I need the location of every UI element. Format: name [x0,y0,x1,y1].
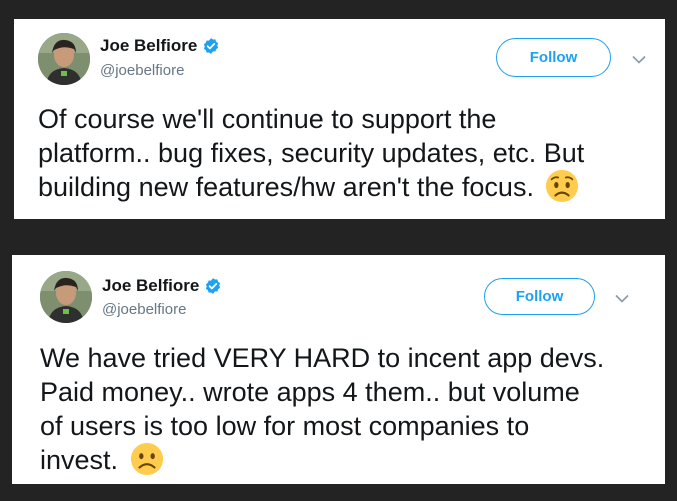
tweet-card: Joe Belfiore @joebelfiore Follow We have… [12,255,665,484]
avatar[interactable] [40,271,92,323]
tweet-text: Of course we'll continue to support the … [38,102,584,206]
tweet-text-line: Paid money.. wrote apps 4 them.. but vol… [40,377,580,407]
follow-button[interactable]: Follow [496,38,611,77]
tweet-card: Joe Belfiore @joebelfiore Follow Of cour… [14,19,665,219]
tweet-text: We have tried VERY HARD to incent app de… [40,341,604,479]
profile-photo-icon [40,271,92,323]
verified-badge-icon [204,38,219,54]
chevron-down-icon[interactable] [632,55,646,64]
worried-face-emoji-icon [545,169,579,203]
user-handle[interactable]: @joebelfiore [100,62,184,79]
user-handle[interactable]: @joebelfiore [102,301,186,318]
slightly-frowning-face-emoji-icon [130,442,164,476]
tweet-text-line: invest. [40,445,119,475]
tweet-text-line: platform.. bug fixes, security updates, … [38,138,585,168]
tweet-text-line: of users is too low for most companies t… [40,411,530,441]
follow-button[interactable]: Follow [484,278,595,315]
display-name[interactable]: Joe Belfiore [100,36,197,56]
profile-photo-icon [38,33,90,85]
tweet-text-line: We have tried VERY HARD to incent app de… [40,343,605,373]
author-name-row[interactable]: Joe Belfiore [100,36,220,56]
avatar[interactable] [38,33,90,85]
chevron-down-icon[interactable] [615,294,629,303]
display-name[interactable]: Joe Belfiore [102,276,199,296]
tweet-text-line: building new features/hw aren't the focu… [38,172,534,202]
tweet-text-line: Of course we'll continue to support the [38,104,497,134]
author-name-row[interactable]: Joe Belfiore [102,276,222,296]
verified-badge-icon [206,278,221,294]
